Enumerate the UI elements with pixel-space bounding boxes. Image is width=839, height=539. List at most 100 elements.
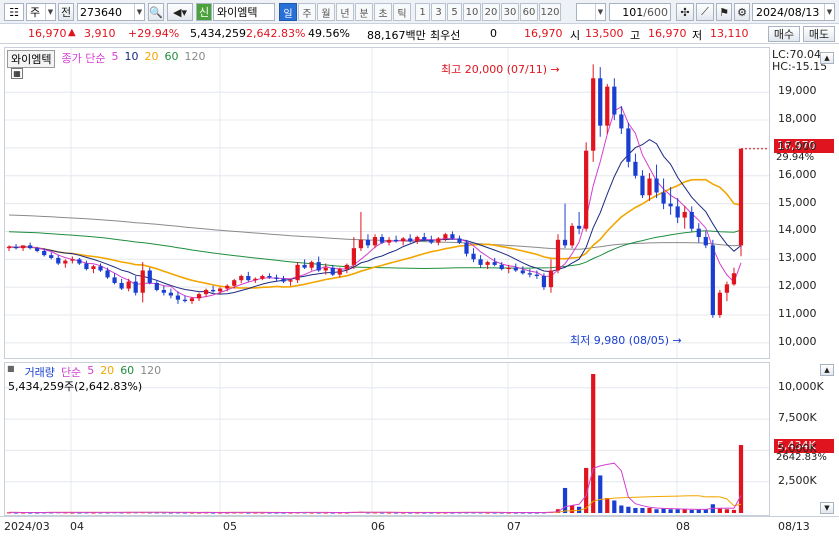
candle [379, 234, 385, 244]
search-icon[interactable]: 🔍 [148, 3, 164, 21]
candle-body [682, 211, 687, 218]
candle [731, 267, 737, 286]
candle-body [703, 237, 708, 246]
ma-legend-20: 20 [144, 50, 159, 63]
candle [365, 234, 371, 249]
price-axis: LC:70.04 HC:-15.15 16,970 29.94% 10,000 1… [770, 47, 839, 359]
candle-body [450, 234, 455, 239]
price-chart-pane[interactable]: 와이엠텍 종가 단순 5 10 20 60 120 ▦ 최고 20,000 (07/11… [4, 47, 770, 359]
candle [105, 267, 110, 279]
open-label: 시 [570, 29, 581, 42]
gear-icon[interactable]: ⚙ [734, 3, 750, 21]
flag-icon[interactable]: ⚑ [716, 3, 732, 21]
candle-body [569, 225, 575, 246]
candle [689, 206, 694, 232]
tab-period-1[interactable]: 주 [298, 3, 316, 21]
grid-menu-icon[interactable]: ☷ [4, 3, 24, 21]
chevron-down-icon: ▼ [45, 4, 55, 20]
candle [112, 273, 117, 285]
candle-body [365, 239, 371, 246]
interval-button-1[interactable]: 1 [415, 3, 430, 21]
volume-ma-legend-120: 120 [140, 364, 162, 377]
candle-body [577, 225, 582, 229]
candle [478, 255, 483, 268]
candle-body [232, 280, 237, 286]
interval-button-30[interactable]: 30 [501, 3, 519, 21]
interval-button-3[interactable]: 3 [431, 3, 446, 21]
candle-body [13, 246, 19, 249]
candle-body [260, 276, 265, 279]
prev-button[interactable]: 전 [58, 3, 74, 21]
count-field[interactable]: 101/600 [609, 3, 671, 21]
tab-period-2[interactable]: 월 [317, 3, 335, 21]
price-scroll-up-button[interactable]: ▲ [820, 52, 834, 64]
candle [668, 186, 673, 215]
change-value: 3,910 [84, 27, 116, 40]
low-note: 최저 9,980 (08/05) [570, 334, 670, 347]
market-select[interactable]: 주 ▼ [26, 3, 56, 21]
candle-body [499, 264, 504, 270]
candle [633, 153, 638, 179]
candle-body [661, 192, 666, 204]
candle [154, 280, 159, 292]
candle-body [351, 248, 356, 265]
scroll-down-button[interactable]: ▼ [820, 502, 834, 514]
candle-body [302, 264, 307, 268]
date-field[interactable]: 2024/08/13 ▼ [752, 3, 835, 21]
candle-body [98, 266, 103, 271]
code-input[interactable]: 273640 ▼ [77, 3, 145, 21]
interval-button-5[interactable]: 5 [447, 3, 462, 21]
high-note: 최고 20,000 (07/11) [441, 63, 548, 76]
candle-body [330, 267, 335, 275]
interval-button-20[interactable]: 20 [482, 3, 500, 21]
volume-bar [654, 509, 659, 513]
volume-bar [640, 507, 645, 513]
new-listing-badge[interactable]: 신 [196, 3, 212, 21]
interval-buttons: 1 3 5 10 20 30 60 120 [415, 3, 571, 21]
scroll-up-button[interactable]: ▲ [820, 364, 834, 376]
candle-body [309, 262, 314, 268]
volume-bar [633, 507, 638, 513]
volume-bar [731, 509, 737, 513]
candle [49, 252, 54, 260]
chevron-down-icon: ▼ [134, 4, 144, 20]
buy-button[interactable]: 매수 [768, 26, 800, 42]
candle [738, 148, 744, 257]
stock-name-field[interactable]: 와이엠텍 [213, 3, 275, 21]
interval-button-10[interactable]: 10 [463, 3, 481, 21]
price-tick-label: 10,000 [778, 334, 817, 348]
sound-icon[interactable]: ◀▾ [167, 3, 193, 21]
candle-body [196, 294, 202, 299]
candle-body [20, 245, 26, 249]
candle-body [246, 276, 251, 281]
candle-body [295, 264, 300, 281]
candle-body [344, 264, 349, 270]
crosshair-icon[interactable]: ✣ [676, 3, 694, 21]
price-tick-label: 15,000 [778, 195, 817, 209]
prior-label: 최우선 [430, 29, 461, 42]
candle-body [274, 277, 279, 279]
candle-body [337, 269, 342, 275]
tab-period-4[interactable]: 분 [355, 3, 373, 21]
sell-button[interactable]: 매도 [803, 26, 835, 42]
volume-ma20-line [9, 495, 742, 513]
candle-body [239, 276, 244, 281]
candle-body [640, 175, 645, 196]
table-icon[interactable]: ▦ [11, 68, 23, 79]
indicator-icon[interactable]: ⟋ [696, 3, 714, 21]
tab-period-0[interactable]: 일 [279, 3, 297, 21]
tab-period-5[interactable]: 초 [374, 3, 392, 21]
interval-select[interactable]: ▼ [576, 3, 606, 21]
interval-button-120[interactable]: 120 [539, 3, 561, 21]
volume-chart-pane[interactable]: ■ 거래량 단순 5 20 60 120 5,434,259주(2,642.83%) [4, 362, 770, 516]
candle-body [119, 282, 124, 289]
candle-body [584, 150, 589, 229]
amount-value: 88,167백만 [367, 29, 426, 42]
candle [548, 259, 554, 293]
candle [246, 271, 251, 282]
tab-period-3[interactable]: 년 [336, 3, 354, 21]
interval-button-60[interactable]: 60 [520, 3, 538, 21]
candle [351, 237, 356, 270]
x-tick-label: 04 [70, 520, 84, 533]
tab-period-6[interactable]: 틱 [393, 3, 411, 21]
